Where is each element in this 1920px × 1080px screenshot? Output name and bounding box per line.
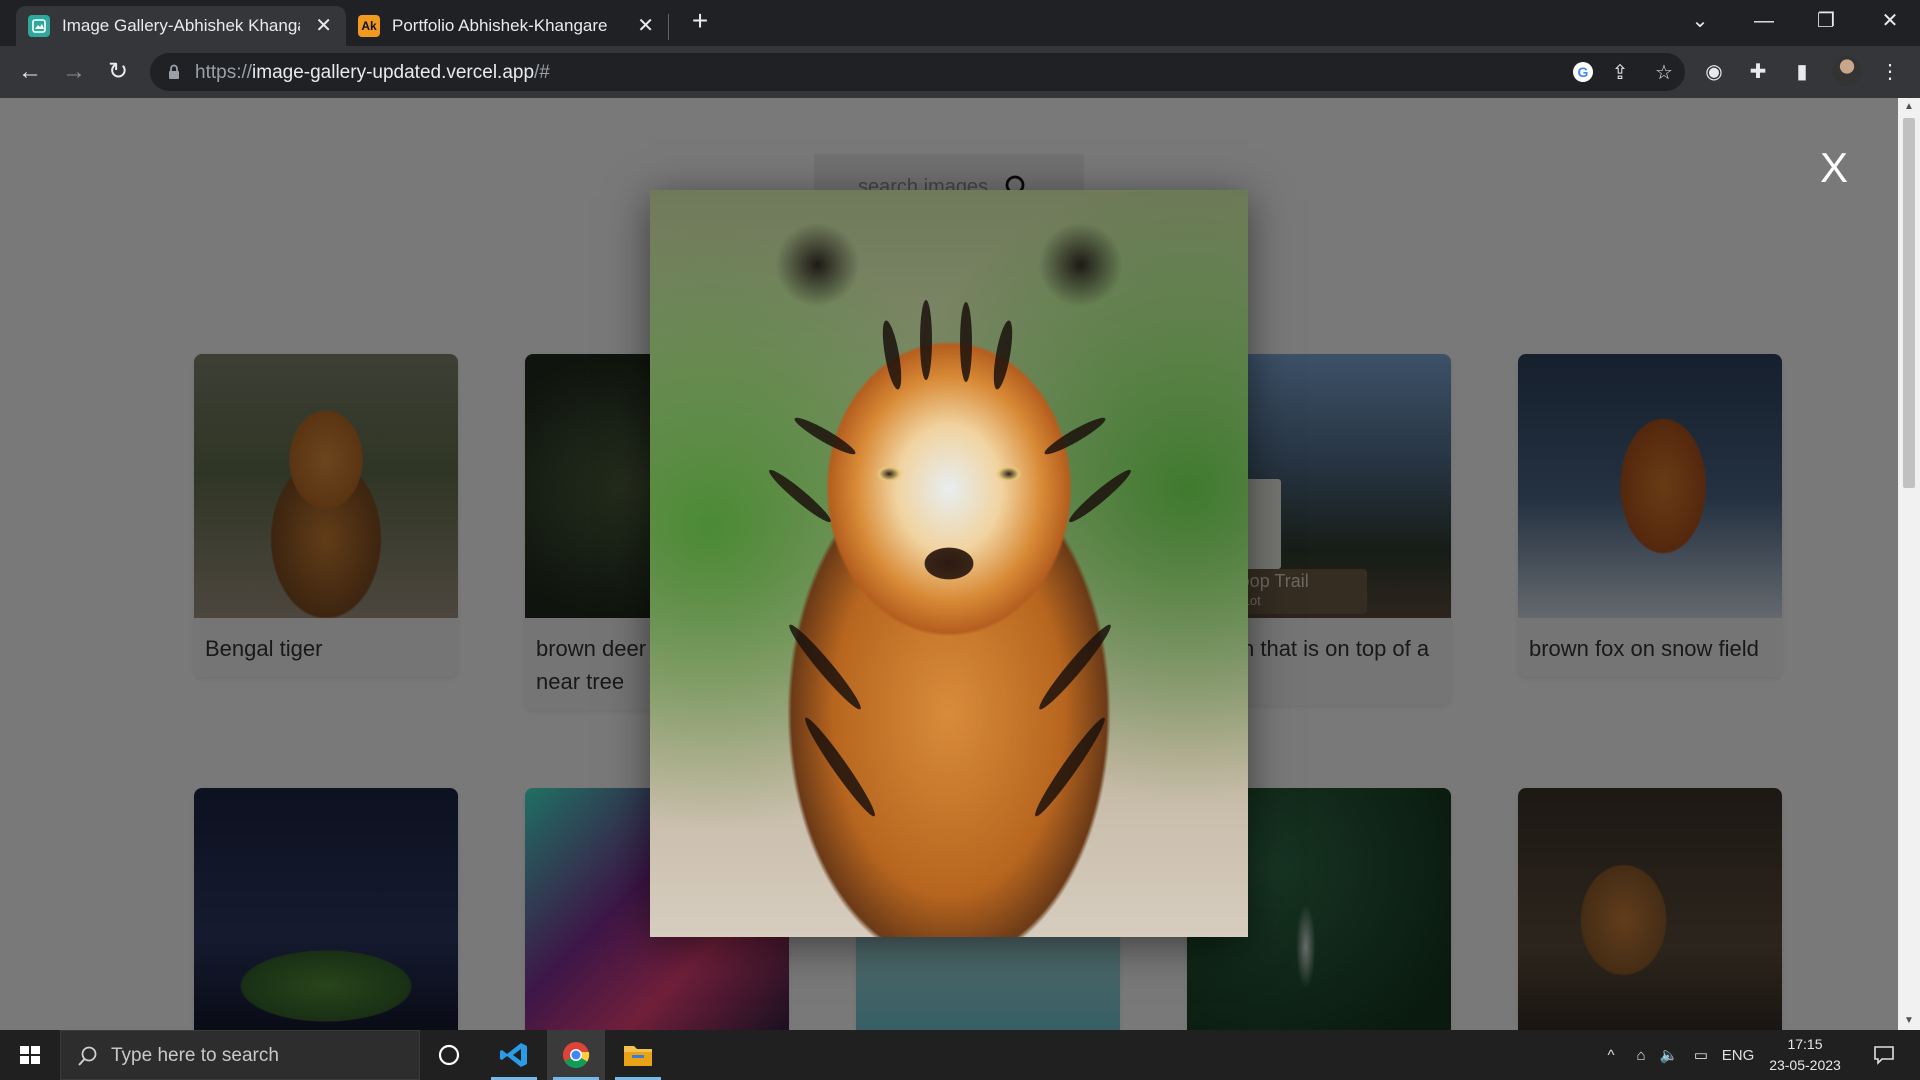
extensions-puzzle-icon[interactable]: ✚ [1744, 58, 1772, 86]
share-icon[interactable]: ⇪ [1608, 61, 1632, 85]
url-host: image-gallery-updated.vercel.app [252, 62, 535, 83]
tiger-stripe [1034, 620, 1116, 714]
cortana-icon[interactable] [420, 1030, 478, 1080]
back-icon[interactable]: ← [14, 56, 46, 88]
menu-kebab-icon[interactable]: ⋮ [1876, 58, 1904, 86]
tiger-stripe [1029, 713, 1111, 821]
ak-logo-icon: Ak [358, 15, 380, 37]
tiger-stripe [879, 319, 905, 391]
url-path: /# [534, 62, 550, 83]
window-close-icon[interactable]: ✕ [1870, 6, 1910, 36]
new-tab-icon[interactable]: + [686, 7, 714, 36]
minimize-icon[interactable]: — [1744, 6, 1784, 36]
page-viewport: Bengal tiger brown deer near tree RW Loo… [0, 98, 1898, 1030]
address-bar[interactable]: https://image-gallery-updated.vercel.app… [150, 53, 1685, 91]
lightbox-image [650, 190, 1248, 937]
device-icon[interactable]: ⌂ [1628, 1030, 1654, 1080]
tiger-stripe [1041, 413, 1109, 459]
tab-image-gallery[interactable]: Image Gallery-Abhishek Khangare ✕ [16, 6, 346, 46]
chrome-icon[interactable] [547, 1030, 605, 1080]
tiger-stripe [1065, 465, 1135, 527]
notifications-icon[interactable] [1864, 1030, 1904, 1080]
clock-time: 17:15 [1787, 1036, 1823, 1052]
lightbox-close-button[interactable]: X [1820, 144, 1848, 192]
page-scrollbar[interactable]: ▲ ▼ [1898, 98, 1920, 1030]
tab-title: Image Gallery-Abhishek Khangare [62, 16, 300, 35]
clock-date: 23-05-2023 [1769, 1057, 1841, 1073]
scroll-thumb[interactable] [1903, 118, 1915, 488]
scroll-up-arrow-icon[interactable]: ▲ [1898, 98, 1920, 116]
language-indicator[interactable]: ENG [1718, 1030, 1758, 1080]
volume-icon[interactable]: 🔈 [1656, 1030, 1682, 1080]
tiger-stripe [765, 465, 835, 527]
tiger-stripe [791, 413, 859, 459]
lock-icon [169, 64, 179, 79]
tab-search-icon[interactable]: ⌄ [1680, 6, 1720, 36]
extension-grammarly-icon[interactable]: ◉ [1700, 58, 1728, 86]
file-explorer-icon[interactable] [609, 1030, 667, 1080]
tiger-stripe [920, 300, 932, 380]
windows-logo-icon [20, 1046, 40, 1064]
browser-toolbar: ← → ↻ https://image-gallery-updated.verc… [0, 46, 1920, 98]
forward-icon[interactable]: → [58, 56, 90, 88]
reload-icon[interactable]: ↻ [102, 56, 134, 88]
battery-icon[interactable]: ▭ [1688, 1030, 1714, 1080]
svg-text:G: G [1578, 64, 1589, 80]
taskbar-clock[interactable]: 17:15 23-05-2023 [1762, 1034, 1848, 1076]
google-lens-icon[interactable]: G [1571, 61, 1595, 85]
close-icon[interactable]: ✕ [637, 16, 654, 36]
side-panel-icon[interactable]: ▮ [1788, 58, 1816, 86]
close-icon[interactable]: ✕ [315, 16, 332, 36]
windows-taskbar: Type here to search ^ ⌂ 🔈 ▭ ENG 17:15 23… [0, 1030, 1920, 1080]
url-text: https://image-gallery-updated.vercel.app… [195, 62, 550, 84]
search-icon [78, 1046, 97, 1066]
tab-portfolio[interactable]: Ak Portfolio Abhishek-Khangare ✕ [346, 6, 668, 46]
tab-separator [668, 14, 669, 40]
gallery-icon [28, 15, 50, 37]
vscode-icon[interactable] [485, 1030, 543, 1080]
bookmark-star-icon[interactable]: ☆ [1652, 61, 1676, 85]
taskbar-search-placeholder: Type here to search [111, 1045, 279, 1066]
tiger-stripe [784, 620, 866, 714]
tiger-stripe [799, 713, 881, 821]
profile-avatar[interactable] [1832, 56, 1862, 86]
tab-title: Portfolio Abhishek-Khangare [392, 16, 608, 35]
tiger-stripe [990, 319, 1016, 391]
taskbar-search-box[interactable]: Type here to search [60, 1030, 420, 1080]
show-hidden-icons-icon[interactable]: ^ [1598, 1030, 1624, 1080]
start-button[interactable] [0, 1030, 60, 1080]
tab-strip: Image Gallery-Abhishek Khangare ✕ Ak Por… [0, 0, 1920, 46]
url-scheme: https:// [195, 62, 253, 83]
tiger-stripe [960, 302, 972, 382]
scroll-down-arrow-icon[interactable]: ▼ [1898, 1012, 1920, 1030]
restore-icon[interactable]: ❐ [1806, 6, 1846, 36]
